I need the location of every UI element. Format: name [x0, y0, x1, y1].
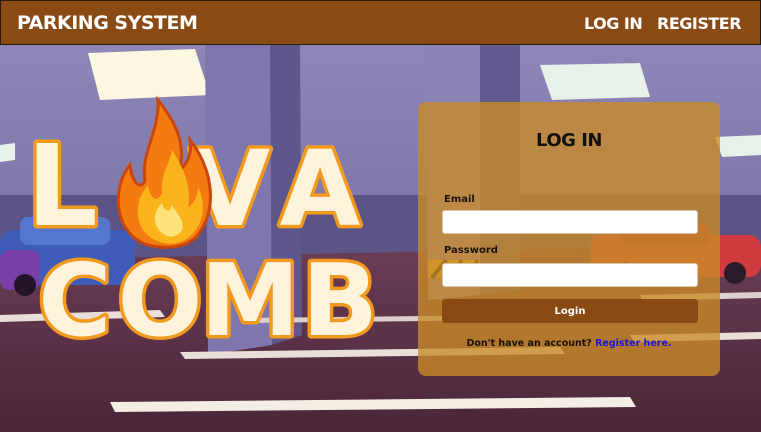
nav-register-link[interactable]: REGISTER [657, 14, 742, 33]
login-title: LOG IN [536, 130, 602, 151]
brand-title: PARKING SYSTEM [17, 12, 198, 34]
login-button[interactable]: Login [442, 299, 698, 323]
lava-comb-logo: L V A C O M B [23, 95, 382, 363]
logo-letter-a: A [280, 128, 361, 250]
logo-letter-l: L [26, 122, 97, 252]
logo-letter-m: M [200, 242, 300, 359]
password-field[interactable] [442, 263, 698, 287]
logo-letter-c: C [38, 242, 111, 359]
register-prompt: Don't have an account? Register here. [418, 338, 720, 349]
logo-letter-o: O [117, 242, 202, 359]
top-navbar: PARKING SYSTEM LOG IN REGISTER [0, 0, 761, 45]
app-page: PARKING SYSTEM LOG IN REGISTER L V A C O… [0, 0, 761, 432]
logo-letter-b: B [302, 242, 378, 359]
password-label: Password [444, 245, 498, 256]
email-label: Email [444, 194, 475, 205]
register-here-link[interactable]: Register here. [595, 338, 671, 349]
register-prompt-text: Don't have an account? [466, 338, 592, 349]
login-panel: LOG IN Email Password Login Don't have a… [418, 102, 720, 376]
email-field[interactable] [442, 210, 698, 234]
nav-login-link[interactable]: LOG IN [584, 14, 643, 33]
fire-icon [116, 95, 212, 249]
